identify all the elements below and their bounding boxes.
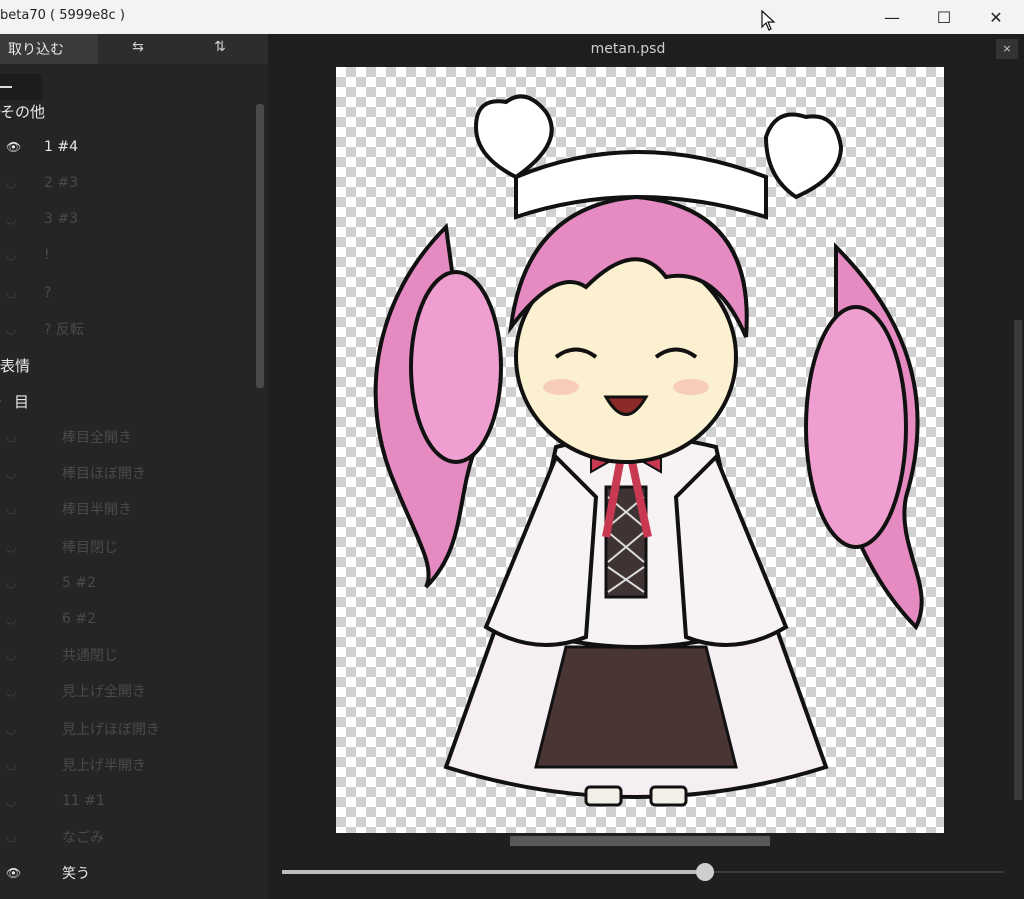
canvas-vertical-scrollbar[interactable] (1014, 320, 1022, 800)
hidden-eye-icon[interactable]: ◡ (6, 322, 20, 336)
layer-label: ? 反転 (44, 322, 84, 338)
layer-row[interactable]: ◡ 棒目半開き (0, 494, 250, 524)
zoom-slider-track[interactable] (282, 870, 706, 874)
layer-toolbar: 取り込む ⇆ ⇅ (0, 34, 268, 64)
layer-label: 11 #1 (62, 793, 105, 809)
hidden-eye-icon[interactable]: ◡ (6, 540, 20, 554)
hidden-eye-icon[interactable]: ◡ (6, 466, 20, 480)
minimize-button[interactable]: — (868, 0, 916, 34)
layer-row[interactable]: ◡ 5 #2 (0, 568, 250, 598)
layer-row[interactable]: ◡ 6 #2 (0, 604, 250, 634)
layer-label: 目 (14, 392, 30, 411)
eye-icon[interactable]: 👁 (6, 140, 21, 154)
close-tab-button[interactable]: × (996, 39, 1018, 59)
hidden-eye-icon[interactable]: ◡ (6, 176, 20, 190)
layer-label: 表情 (0, 356, 31, 375)
layer-row[interactable]: ◡ 棒目ほぼ開き (0, 458, 250, 488)
layer-label: 5 #2 (62, 575, 96, 591)
document-tab-bar: metan.psd × (268, 34, 1024, 64)
flip-horizontal-icon[interactable]: ⇆ (126, 39, 150, 59)
layer-label: 棒目ほぼ開き (62, 466, 146, 482)
document-title: metan.psd (590, 41, 666, 57)
hidden-eye-icon[interactable]: ◡ (6, 430, 20, 444)
hidden-eye-icon[interactable]: ◡ (6, 648, 20, 662)
layer-row[interactable]: ◡ 見上げ全開き (0, 676, 250, 706)
mouse-cursor-icon (761, 10, 776, 31)
hidden-eye-icon[interactable]: ◡ (6, 212, 20, 226)
canvas-horizontal-scrollbar[interactable] (510, 836, 770, 846)
close-window-button[interactable]: ✕ (972, 0, 1020, 34)
layer-label: なごみ (62, 830, 104, 846)
character-illustration (373, 94, 924, 807)
layer-scrollbar[interactable] (256, 104, 264, 388)
layer-label: ? (44, 285, 52, 301)
hidden-eye-icon[interactable]: ◡ (6, 576, 20, 590)
layer-label: ! (44, 247, 50, 263)
window-title: beta70 ( 5999e8c ) (0, 8, 125, 23)
layer-label: 2 #3 (44, 175, 78, 191)
layer-row[interactable]: ◡ 共通閉じ (0, 640, 250, 670)
layer-row[interactable]: ◡ 見上げ半開き (0, 750, 250, 780)
title-bar: beta70 ( 5999e8c ) — ☐ ✕ (0, 0, 1024, 34)
hidden-eye-icon[interactable]: ◡ (6, 502, 20, 516)
layer-row[interactable]: 👁目 (0, 386, 250, 416)
layer-label: 見上げほぼ開き (62, 722, 160, 738)
hidden-eye-icon[interactable]: ◡ (6, 684, 20, 698)
hidden-eye-icon[interactable]: ◡ (6, 794, 20, 808)
hidden-eye-icon[interactable]: ◡ (6, 830, 20, 844)
layer-row[interactable]: 👁 笑う (0, 858, 250, 888)
layer-row[interactable]: ◡ なごみ (0, 822, 250, 852)
layer-row[interactable]: ◡ 3 #3 (0, 204, 250, 234)
image-canvas[interactable] (336, 67, 944, 833)
layer-row[interactable]: ◡ ? 反転 (0, 314, 250, 344)
layer-panel: 取り込む ⇆ ⇅ 👁その他👁1 #4◡2 #3◡3 #3◡!◡?◡? 反転👁表情… (0, 34, 268, 899)
layer-row[interactable]: 👁表情 (0, 350, 250, 380)
layer-row[interactable]: ◡ 2 #3 (0, 168, 250, 198)
flip-vertical-icon[interactable]: ⇅ (208, 39, 232, 59)
layer-label: 見上げ全開き (62, 684, 146, 700)
hidden-eye-icon[interactable]: ◡ (6, 248, 20, 262)
minus-icon (0, 86, 12, 88)
layer-label: 棒目全開き (62, 430, 132, 446)
hidden-eye-icon[interactable]: ◡ (6, 286, 20, 300)
maximize-button[interactable]: ☐ (920, 0, 968, 34)
layer-row[interactable]: 👁その他 (0, 96, 250, 126)
layer-label: その他 (0, 102, 46, 121)
layer-label: 3 #3 (44, 211, 78, 227)
hidden-eye-icon[interactable]: ◡ (6, 722, 20, 736)
zoom-slider-rest (714, 871, 1004, 873)
layer-label: 6 #2 (62, 611, 96, 627)
zoom-slider-thumb[interactable] (696, 863, 714, 881)
layer-label: 棒目閉じ (62, 540, 118, 556)
layer-label: 棒目半開き (62, 502, 132, 518)
layer-row[interactable]: ◡ 棒目全開き (0, 422, 250, 452)
eye-icon[interactable]: 👁 (6, 866, 21, 880)
layer-row[interactable]: ◡ 見上げほぼ開き (0, 714, 250, 744)
layer-row[interactable]: 👁 1 #4 (0, 132, 250, 162)
hidden-eye-icon[interactable]: ◡ (6, 758, 20, 772)
layer-label: 共通閉じ (62, 648, 118, 664)
layer-row[interactable]: ◡! (0, 240, 250, 270)
layer-row[interactable]: ◡ 棒目閉じ (0, 532, 250, 562)
layer-row[interactable]: ◡? (0, 278, 250, 308)
import-button[interactable]: 取り込む (0, 34, 98, 64)
hidden-eye-icon[interactable]: ◡ (6, 612, 20, 626)
layer-label: 1 #4 (44, 139, 78, 155)
layer-label: 見上げ半開き (62, 758, 146, 774)
layer-label: 笑う (62, 866, 90, 882)
layer-row[interactable]: ◡ 11 #1 (0, 786, 250, 816)
